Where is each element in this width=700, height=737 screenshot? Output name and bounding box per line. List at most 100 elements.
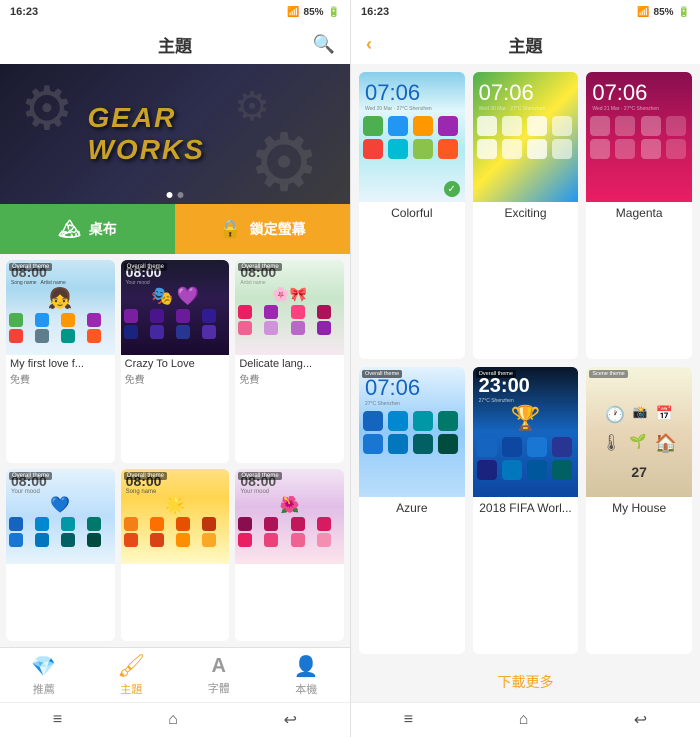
theme-name-r2-3 — [235, 564, 344, 568]
left-back-btn[interactable]: ↩ — [284, 710, 297, 730]
right-menu-btn[interactable]: ≡ — [404, 711, 413, 729]
app-az7 — [413, 434, 433, 454]
nav-font[interactable]: A 字體 — [175, 655, 263, 696]
theme-card-r2-3[interactable]: Overall theme 08:00 Your mood 🌺 — [235, 469, 344, 642]
apps-fifa — [473, 433, 579, 484]
load-more-label: 下載更多 — [498, 672, 554, 692]
nav-font-label: 字體 — [208, 680, 230, 696]
theme-card-azure[interactable]: Overall theme 07:06 27°C Shenzhen Azure — [359, 367, 465, 654]
myhouse-items: 🕐 📸 📅 🌡 🌱 🏠 — [586, 385, 692, 459]
theme-price-delicate: 免費 — [235, 371, 344, 389]
right-wifi-icon: 📶 — [637, 7, 649, 18]
theme-preview-r2-2: Overall theme 08:00 Song name 🌟 — [121, 469, 230, 564]
overall-badge-love: Overall theme — [9, 263, 52, 271]
apps-r2-3 — [235, 515, 344, 549]
app-d1 — [238, 305, 252, 319]
left-status-bar: 16:23 📶 85% 🔋 — [0, 0, 350, 24]
category-row: 🏔 桌布 🔒 鎖定螢幕 — [0, 204, 350, 254]
right-sys-nav: ≡ ⌂ ↩ — [351, 702, 700, 737]
theme-name-magenta: Magenta — [586, 202, 692, 224]
app-ex5 — [477, 139, 497, 159]
app-d5 — [238, 321, 252, 335]
preview-magenta: 07:06 Wed 21 Mar · 27°C Shenzhen — [586, 72, 692, 202]
right-battery-text: 85% — [654, 7, 674, 18]
theme-card-fifa[interactable]: Overall theme 23:00 27°C Shenzhen 🏆 2018… — [473, 367, 579, 654]
theme-grid: Overall theme 08:00 Song name Artist nam… — [0, 254, 350, 647]
theme-preview-r2-3: Overall theme 08:00 Your mood 🌺 — [235, 469, 344, 564]
theme-name-r2-2 — [121, 564, 230, 568]
app-cf6 — [388, 139, 408, 159]
app-ex2 — [502, 116, 522, 136]
app-p8 — [317, 533, 331, 547]
search-icon[interactable]: 🔍 — [313, 34, 335, 55]
overall-badge-fifa: Overall theme — [476, 370, 516, 378]
left-menu-btn[interactable]: ≡ — [53, 711, 62, 729]
left-sys-nav: ≡ ⌂ ↩ — [0, 702, 350, 737]
app-y1 — [124, 517, 138, 531]
app-c3 — [176, 309, 190, 323]
banner: ⚙ ⚙ ⚙ GEAR WORKS — [0, 64, 350, 204]
theme-card-colorful[interactable]: 07:06 Wed 20 Mar · 27°C Shenzhen ✓ Color… — [359, 72, 465, 359]
app-mg7 — [641, 139, 661, 159]
app-d8 — [317, 321, 331, 335]
app-r7 — [61, 533, 75, 547]
sub-love: Song name Artist name — [6, 280, 115, 286]
left-status-icons: 📶 85% 🔋 — [287, 7, 340, 18]
app-p6 — [264, 533, 278, 547]
theme-card-love[interactable]: Overall theme 08:00 Song name Artist nam… — [6, 260, 115, 463]
load-more-button[interactable]: 下載更多 — [351, 662, 700, 702]
lockscreen-label: 鎖定螢幕 — [250, 219, 306, 239]
theme-card-crazy[interactable]: Overall theme 08:00 Your mood 🎭💜 Cr — [121, 260, 230, 463]
overall-badge-delicate: Overall theme — [238, 263, 281, 271]
app-8 — [87, 329, 101, 343]
theme-card-myhouse[interactable]: Scene theme 🕐 📸 📅 🌡 🌱 🏠 27 My House — [586, 367, 692, 654]
char-love: 👧 — [6, 286, 115, 311]
app-y8 — [202, 533, 216, 547]
app-mg3 — [641, 116, 661, 136]
right-home-btn[interactable]: ⌂ — [519, 711, 529, 729]
right-status-icons: 📶 85% 🔋 — [637, 7, 690, 18]
theme-name-exciting: Exciting — [473, 202, 579, 224]
nav-theme[interactable]: 🖌 主題 — [88, 653, 176, 697]
app-d6 — [264, 321, 278, 335]
app-az1 — [363, 411, 383, 431]
preview-myhouse: Scene theme 🕐 📸 📅 🌡 🌱 🏠 27 — [586, 367, 692, 497]
right-back-btn[interactable]: ↩ — [634, 710, 647, 730]
app-y6 — [150, 533, 164, 547]
left-panel: 16:23 📶 85% 🔋 主題 🔍 ⚙ ⚙ ⚙ GEAR WORKS 🏔 桌布… — [0, 0, 350, 737]
battery-text: 85% — [304, 7, 324, 18]
theme-card-r2-1[interactable]: Overall theme 08:00 Your mood 💙 — [6, 469, 115, 642]
theme-name-r2-1 — [6, 564, 115, 568]
theme-card-r2-2[interactable]: Overall theme 08:00 Song name 🌟 — [121, 469, 230, 642]
battery-icon: 🔋 — [328, 7, 340, 18]
dot-1 — [167, 192, 173, 198]
theme-card-magenta[interactable]: 07:06 Wed 21 Mar · 27°C Shenzhen Magenta — [586, 72, 692, 359]
app-p2 — [264, 517, 278, 531]
app-d4 — [317, 305, 331, 319]
right-time: 16:23 — [361, 6, 389, 18]
app-y5 — [124, 533, 138, 547]
lockscreen-button[interactable]: 🔒 鎖定螢幕 — [175, 204, 350, 254]
wallpaper-button[interactable]: 🏔 桌布 — [0, 204, 175, 254]
theme-card-delicate[interactable]: Overall theme 08:00 Artist name 🌸🎀 Delic… — [235, 260, 344, 463]
bottom-nav: 💎 推薦 🖌 主題 A 字體 👤 本機 — [0, 647, 350, 702]
theme-name-myhouse: My House — [586, 497, 692, 519]
back-icon[interactable]: ‹ — [366, 34, 372, 55]
app-az5 — [363, 434, 383, 454]
app-r3 — [61, 517, 75, 531]
theme-card-exciting[interactable]: 07:06 Wed 30 Mar · 27°C Shenzhen Excitin… — [473, 72, 579, 359]
fifa-trophy: 🏆 — [473, 404, 579, 433]
app-2 — [35, 313, 49, 327]
preview-azure: Overall theme 07:06 27°C Shenzhen — [359, 367, 465, 497]
nav-local[interactable]: 👤 本機 — [263, 654, 351, 697]
apps-magenta — [586, 112, 692, 163]
nav-recommend[interactable]: 💎 推薦 — [0, 654, 88, 697]
app-6 — [35, 329, 49, 343]
app-fi2 — [502, 437, 522, 457]
app-7 — [61, 329, 75, 343]
mountain-icon: 🏔 — [58, 219, 81, 240]
theme-preview-r2-1: Overall theme 08:00 Your mood 💙 — [6, 469, 115, 564]
app-mg4 — [666, 116, 686, 136]
badge-r2-2: Overall theme — [124, 472, 167, 480]
left-home-btn[interactable]: ⌂ — [168, 711, 178, 729]
